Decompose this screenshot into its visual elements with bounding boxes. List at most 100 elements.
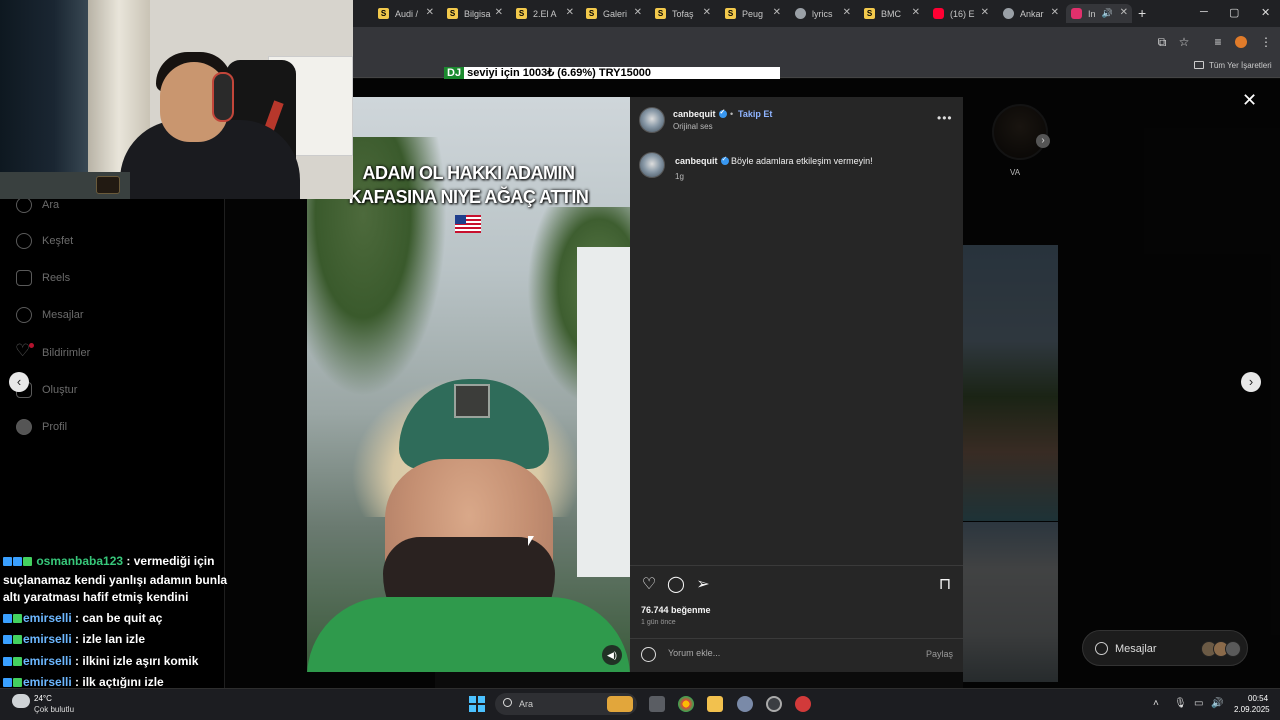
close-tab-icon[interactable]: ✕ [1120,7,1128,18]
maximize-icon[interactable]: ▢ [1229,6,1239,19]
file-explorer-icon[interactable] [707,696,723,712]
us-flag-icon [455,215,481,233]
sidebar-item-reels[interactable]: Reels [16,270,70,286]
browser-tab[interactable]: S Audi / ✕ [378,4,438,23]
post-comment-button[interactable]: Paylaş [926,649,953,659]
minimize-icon[interactable]: ─ [1200,6,1208,18]
chat-message: emirselli : izle lan izle [3,631,243,650]
close-tab-icon[interactable]: ✕ [1051,7,1059,18]
weather-desc[interactable]: Çok bulutlu [34,705,74,714]
volume-icon[interactable]: 🔊 [1211,698,1223,709]
sidebar-item-search[interactable]: Ara [16,197,59,213]
windows-start-icon[interactable] [469,696,485,712]
close-tab-icon[interactable]: ✕ [495,7,503,18]
close-tab-icon[interactable]: ✕ [981,7,989,18]
messenger-icon [16,307,32,323]
more-options-icon[interactable]: ••• [937,111,953,125]
profile-avatar-icon[interactable] [1235,36,1247,48]
cloud-icon[interactable] [12,694,30,708]
sidebar-item-explore[interactable]: Keşfet [16,233,73,249]
browser-tab[interactable]: S Bilgisa ✕ [447,4,507,23]
save-bookmark-icon[interactable]: ⊓ [936,576,954,594]
tab-favicon-icon: S [586,8,597,19]
notification-dot [29,343,34,348]
close-tab-icon[interactable]: ✕ [426,7,434,18]
chat-badges [3,554,33,572]
close-tab-icon[interactable]: ✕ [566,7,574,18]
tab-favicon-icon: S [516,8,527,19]
close-tab-icon[interactable]: ✕ [703,7,711,18]
speaker-icon[interactable]: 🔊 [1102,8,1113,19]
browser-tab[interactable]: Ankar ✕ [1003,4,1063,23]
youtube-icon [933,8,944,19]
obs-icon[interactable] [766,696,782,712]
share-send-icon[interactable]: ➢ [694,576,712,594]
window-close-icon[interactable]: ✕ [1261,6,1270,19]
story-highlight-label: VA [1010,168,1021,177]
close-tab-icon[interactable]: ✕ [634,7,642,18]
browser-tab[interactable]: S BMC ✕ [864,4,924,23]
prev-post-button[interactable]: ‹ [9,372,29,392]
story-next-icon[interactable]: › [1036,134,1050,148]
compass-icon [16,233,32,249]
browser-tab[interactable]: lyrics ✕ [795,4,855,23]
chrome-icon[interactable] [678,696,694,712]
screen: S Audi / ✕ S Bilgisa ✕ S 2.El A ✕ S Galeri ✕ S To… [0,0,1280,720]
comment-icon[interactable]: ◯ [667,576,685,594]
like-heart-icon[interactable]: ♡ [640,576,658,594]
follow-button[interactable]: Takip Et [738,109,772,119]
bookmark-star-icon[interactable]: ☆ [1177,35,1191,49]
menu-dots-icon[interactable]: ⋮ [1259,35,1273,49]
messages-pill[interactable]: Mesajlar [1082,630,1248,666]
post-video[interactable]: ADAM OL HAKKI ADAMIN KAFASINA NIYE AĞAÇ … [307,97,630,672]
close-modal-icon[interactable]: ✕ [1242,90,1257,111]
task-view-icon[interactable] [649,696,665,712]
comment-input[interactable] [668,648,908,658]
streamer-webcam [0,0,353,199]
chat-badges [3,611,23,629]
sidebar-item-profile[interactable]: Profil [16,419,67,435]
browser-tab[interactable]: S Peug ✕ [725,4,785,23]
all-bookmarks[interactable]: Tüm Yer İşaretleri [1194,61,1272,70]
verified-icon [720,155,729,165]
new-tab-icon[interactable]: + [1138,5,1146,21]
microphone-icon[interactable]: 🎙 [1174,698,1187,709]
close-tab-icon[interactable]: ✕ [912,7,920,18]
chevron-up-icon[interactable]: ˄ [1153,698,1159,709]
install-app-icon[interactable]: ⧉ [1155,35,1169,49]
browser-tab[interactable]: (16) E ✕ [933,4,993,23]
weather-temp[interactable]: 24°C [34,694,52,703]
media-controls-icon[interactable]: ≡ [1211,35,1225,49]
app-red-icon[interactable] [795,696,811,712]
close-tab-icon[interactable]: ✕ [843,7,851,18]
browser-tab[interactable]: S 2.El A ✕ [516,4,578,23]
comment-avatar[interactable] [639,152,665,178]
stream-chat: osmanbaba123 : vermediği için suçlanamaz… [3,553,243,696]
avatar [1225,641,1241,657]
mute-button[interactable]: ◀) [602,645,622,665]
sidebar-item-notifications[interactable]: Bildirimler [15,341,90,361]
next-post-button[interactable]: › [1241,372,1261,392]
separator-dot: • [730,109,734,119]
browser-tab[interactable]: S Tofaş ✕ [655,4,715,23]
browser-tab-active[interactable]: In 🔊 ✕ [1066,4,1132,23]
chat-badges [3,654,23,672]
browser-tab[interactable]: S Galeri ✕ [586,4,646,23]
clock-time[interactable]: 00:54 [1248,694,1268,703]
display-icon[interactable]: ▭ [1194,698,1203,709]
taskbar-search[interactable]: Ara [495,693,637,715]
audio-label[interactable]: Orijinal ses [673,122,713,131]
likes-count[interactable]: 76.744 beğenme [641,605,711,615]
clock-date[interactable]: 2.09.2025 [1234,705,1270,714]
folder-icon [1194,61,1204,69]
emoji-icon[interactable] [641,647,656,662]
tab-favicon-icon: S [725,8,736,19]
messenger-icon [1095,642,1108,655]
sidebar-item-messages[interactable]: Mesajlar [16,307,84,323]
post-username[interactable]: canbequit [673,108,727,119]
settings-gear-icon[interactable] [737,696,753,712]
close-tab-icon[interactable]: ✕ [773,7,781,18]
profile-icon [16,419,32,435]
avatar[interactable] [639,107,665,133]
video-caption: ADAM OL HAKKI ADAMIN KAFASINA NIYE AĞAÇ … [348,163,589,207]
